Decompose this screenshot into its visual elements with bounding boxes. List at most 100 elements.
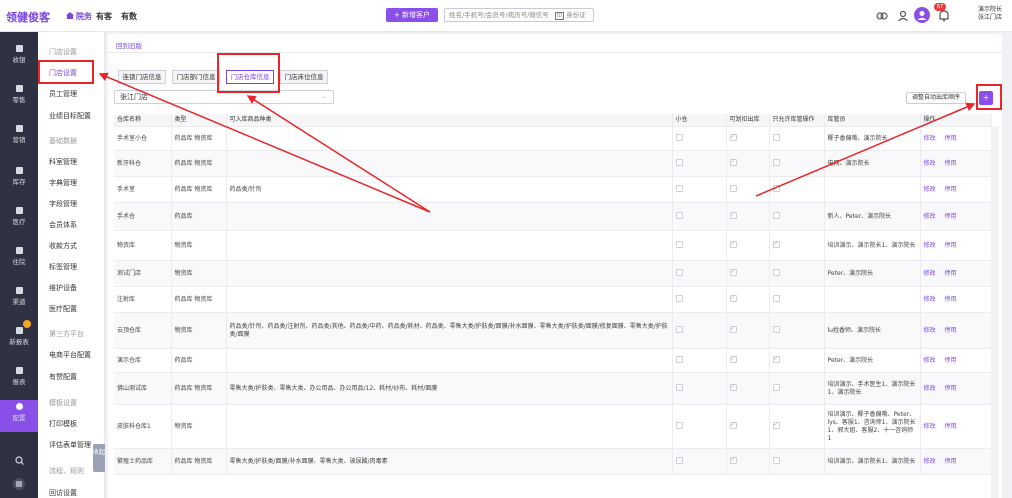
collapse-submenu-button[interactable]: 收起	[93, 444, 105, 472]
nav-yuanwu[interactable]: 院务	[66, 11, 92, 22]
disable-link[interactable]: 停用	[945, 135, 957, 142]
checkbox-only-admin[interactable]	[772, 158, 780, 166]
checkbox-deduct[interactable]	[729, 184, 737, 192]
rail-item-marketing[interactable]: 营销	[0, 122, 38, 152]
rail-item-hospital[interactable]: 住院	[0, 244, 38, 274]
edit-link[interactable]: 修改	[924, 135, 936, 142]
edit-link[interactable]: 修改	[924, 242, 936, 249]
back-to-old-version-link[interactable]: 回到旧版	[116, 40, 142, 50]
disable-link[interactable]: 停用	[945, 296, 957, 303]
rail-item-cashier[interactable]: 收银	[0, 42, 38, 72]
checkbox-small[interactable]	[675, 158, 683, 166]
checkbox-deduct[interactable]	[729, 268, 737, 276]
menu-icon[interactable]	[13, 478, 25, 490]
submenu-item-performance[interactable]: 业绩目标配置	[49, 111, 91, 121]
checkbox-deduct[interactable]	[729, 456, 737, 464]
rail-item-inventory[interactable]: 库存	[0, 164, 38, 194]
edit-link[interactable]: 修改	[924, 385, 936, 392]
edit-link[interactable]: 修改	[924, 160, 936, 167]
checkbox-deduct[interactable]	[729, 158, 737, 166]
tab-chain-store-info[interactable]: 连锁门店信息	[118, 70, 166, 84]
table-scrollbar[interactable]	[991, 126, 999, 498]
checkbox-small[interactable]	[675, 133, 683, 141]
edit-link[interactable]: 修改	[924, 296, 936, 303]
submenu-item-devices[interactable]: 维护设备	[49, 283, 77, 293]
checkbox-deduct[interactable]	[729, 355, 737, 363]
edit-link[interactable]: 修改	[924, 458, 936, 465]
submenu-item-membership[interactable]: 会员体系	[49, 220, 77, 230]
checkbox-only-admin[interactable]	[772, 268, 780, 276]
submenu-item-payment[interactable]: 收款方式	[49, 241, 77, 251]
checkbox-small[interactable]	[675, 240, 683, 248]
search-icon[interactable]	[15, 456, 24, 465]
submenu-item-medical-config[interactable]: 医疗配置	[49, 304, 77, 314]
new-customer-button[interactable]: + 新增客户	[386, 8, 438, 22]
checkbox-deduct[interactable]	[729, 294, 737, 302]
checkbox-only-admin[interactable]	[772, 184, 780, 192]
submenu-item-forms[interactable]: 评估表单管理	[49, 440, 91, 450]
checkbox-small[interactable]	[675, 211, 683, 219]
checkbox-only-admin[interactable]	[772, 355, 780, 363]
disable-link[interactable]: 停用	[945, 270, 957, 277]
disable-link[interactable]: 停用	[945, 213, 957, 220]
rail-item-new-report[interactable]: 新报表	[0, 324, 38, 354]
checkbox-only-admin[interactable]	[772, 211, 780, 219]
bell-icon[interactable]	[937, 9, 951, 23]
checkbox-small[interactable]	[675, 268, 683, 276]
checkbox-only-admin[interactable]	[772, 294, 780, 302]
disable-link[interactable]: 停用	[945, 385, 957, 392]
submenu-item-followup[interactable]: 回访设置	[49, 488, 77, 498]
submenu-item-ecommerce[interactable]: 电商平台配置	[49, 350, 91, 360]
nav-youshu[interactable]: 有数	[121, 11, 137, 22]
submenu-item-tags[interactable]: 标签管理	[49, 262, 77, 272]
rail-item-retail[interactable]: 零售	[0, 82, 38, 112]
rail-item-channel[interactable]: 渠道	[0, 284, 38, 314]
checkbox-small[interactable]	[675, 355, 683, 363]
disable-link[interactable]: 停用	[945, 242, 957, 249]
id-card-icon[interactable]: ID	[554, 12, 565, 20]
checkbox-deduct[interactable]	[729, 133, 737, 141]
disable-link[interactable]: 停用	[945, 327, 957, 334]
checkbox-small[interactable]	[675, 184, 683, 192]
edit-link[interactable]: 修改	[924, 357, 936, 364]
submenu-item-dictionary[interactable]: 字典管理	[49, 178, 77, 188]
checkbox-only-admin[interactable]	[772, 133, 780, 141]
submenu-item-department[interactable]: 科室管理	[49, 157, 77, 167]
checkbox-small[interactable]	[675, 383, 683, 391]
nav-youke[interactable]: 有客	[96, 11, 112, 22]
checkbox-deduct[interactable]	[729, 421, 737, 429]
disable-link[interactable]: 停用	[945, 186, 957, 193]
user-info[interactable]: 演示院长 张江门店	[978, 6, 1002, 22]
adjust-outbound-order-button[interactable]: 调整自动出库顺序	[906, 92, 966, 104]
disable-link[interactable]: 停用	[945, 458, 957, 465]
tab-department-info[interactable]: 门店部门信息	[172, 70, 220, 84]
checkbox-only-admin[interactable]	[772, 456, 780, 464]
checkbox-only-admin[interactable]	[772, 240, 780, 248]
edit-link[interactable]: 修改	[924, 423, 936, 430]
tab-bed-info[interactable]: 门店床位信息	[280, 70, 328, 84]
user-switch-icon[interactable]	[897, 9, 911, 23]
checkbox-deduct[interactable]	[729, 383, 737, 391]
avatar[interactable]	[914, 7, 930, 23]
checkbox-deduct[interactable]	[729, 240, 737, 248]
checkbox-small[interactable]	[675, 325, 683, 333]
checkbox-small[interactable]	[675, 294, 683, 302]
link-icon[interactable]	[875, 9, 889, 23]
submenu-item-fields[interactable]: 字段管理	[49, 199, 77, 209]
checkbox-small[interactable]	[675, 421, 683, 429]
submenu-item-staff[interactable]: 员工管理	[49, 89, 77, 99]
disable-link[interactable]: 停用	[945, 423, 957, 430]
edit-link[interactable]: 修改	[924, 213, 936, 220]
checkbox-deduct[interactable]	[729, 325, 737, 333]
disable-link[interactable]: 停用	[945, 160, 957, 167]
checkbox-deduct[interactable]	[729, 211, 737, 219]
checkbox-small[interactable]	[675, 456, 683, 464]
rail-item-medical[interactable]: 医疗	[0, 204, 38, 234]
edit-link[interactable]: 修改	[924, 270, 936, 277]
global-search-input[interactable]: 姓名/手机号/会员号/病历号/微信号 ID 身份证	[444, 8, 594, 22]
rail-item-report[interactable]: 报表	[0, 364, 38, 394]
edit-link[interactable]: 修改	[924, 186, 936, 193]
checkbox-only-admin[interactable]	[772, 383, 780, 391]
submenu-item-youzan[interactable]: 有赞配置	[49, 372, 77, 382]
disable-link[interactable]: 停用	[945, 357, 957, 364]
